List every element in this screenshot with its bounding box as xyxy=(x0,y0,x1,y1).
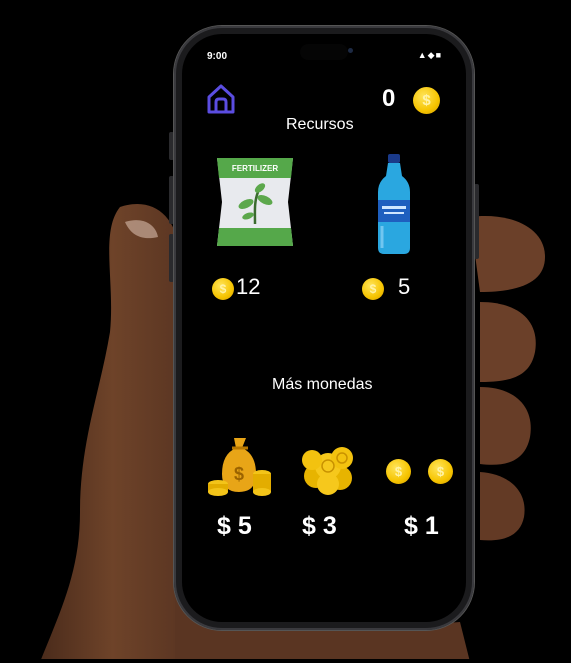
fertilizer-label: FERTILIZER xyxy=(232,164,278,173)
coin-balance: 0 xyxy=(382,85,396,112)
water-bottle-item[interactable]: $ 5 xyxy=(362,152,432,327)
fertilizer-price: 12 xyxy=(236,274,261,299)
coin-icon: $ xyxy=(386,459,411,484)
camera-dot xyxy=(348,48,353,53)
status-icons: ▲◆■ xyxy=(417,50,442,60)
photo-frame: 9:00 ▲◆■ 0 $ Recursos FERTILIZER $ 12 $ … xyxy=(4,4,567,659)
coin-icon: $ xyxy=(428,459,453,484)
home-button[interactable] xyxy=(204,82,238,116)
coin-pack-1-price: $ 1 xyxy=(404,512,439,540)
water-bottle-price: 5 xyxy=(398,274,411,299)
svg-text:$: $ xyxy=(234,464,244,484)
coin-pack-3[interactable]: $ 3 xyxy=(292,432,362,547)
fertilizer-item[interactable]: FERTILIZER $ 12 xyxy=(212,152,302,327)
coin-pack-5[interactable]: $ $ 5 xyxy=(204,432,274,547)
coin-pile-icon xyxy=(302,447,353,495)
home-icon xyxy=(207,84,235,114)
app-screen: 9:00 ▲◆■ 0 $ Recursos FERTILIZER $ 12 $ … xyxy=(182,34,466,622)
water-bottle-icon xyxy=(378,154,410,254)
power-button xyxy=(474,184,479,259)
money-bag-icon: $ xyxy=(208,438,271,496)
fertilizer-bag-icon: FERTILIZER xyxy=(217,158,293,246)
coin-pack-1[interactable]: $ $ $ 1 xyxy=(382,432,462,547)
coin-icon: $ xyxy=(362,278,384,300)
status-time: 9:00 xyxy=(207,51,228,62)
dynamic-island xyxy=(300,44,348,60)
coin-pack-5-price: $ 5 xyxy=(217,512,252,540)
coin-icon: $ xyxy=(413,87,440,114)
coin-icon: $ xyxy=(212,278,234,300)
resources-title: Recursos xyxy=(286,116,354,133)
coin-pack-3-price: $ 3 xyxy=(302,512,337,540)
more-coins-title: Más monedas xyxy=(272,376,373,393)
